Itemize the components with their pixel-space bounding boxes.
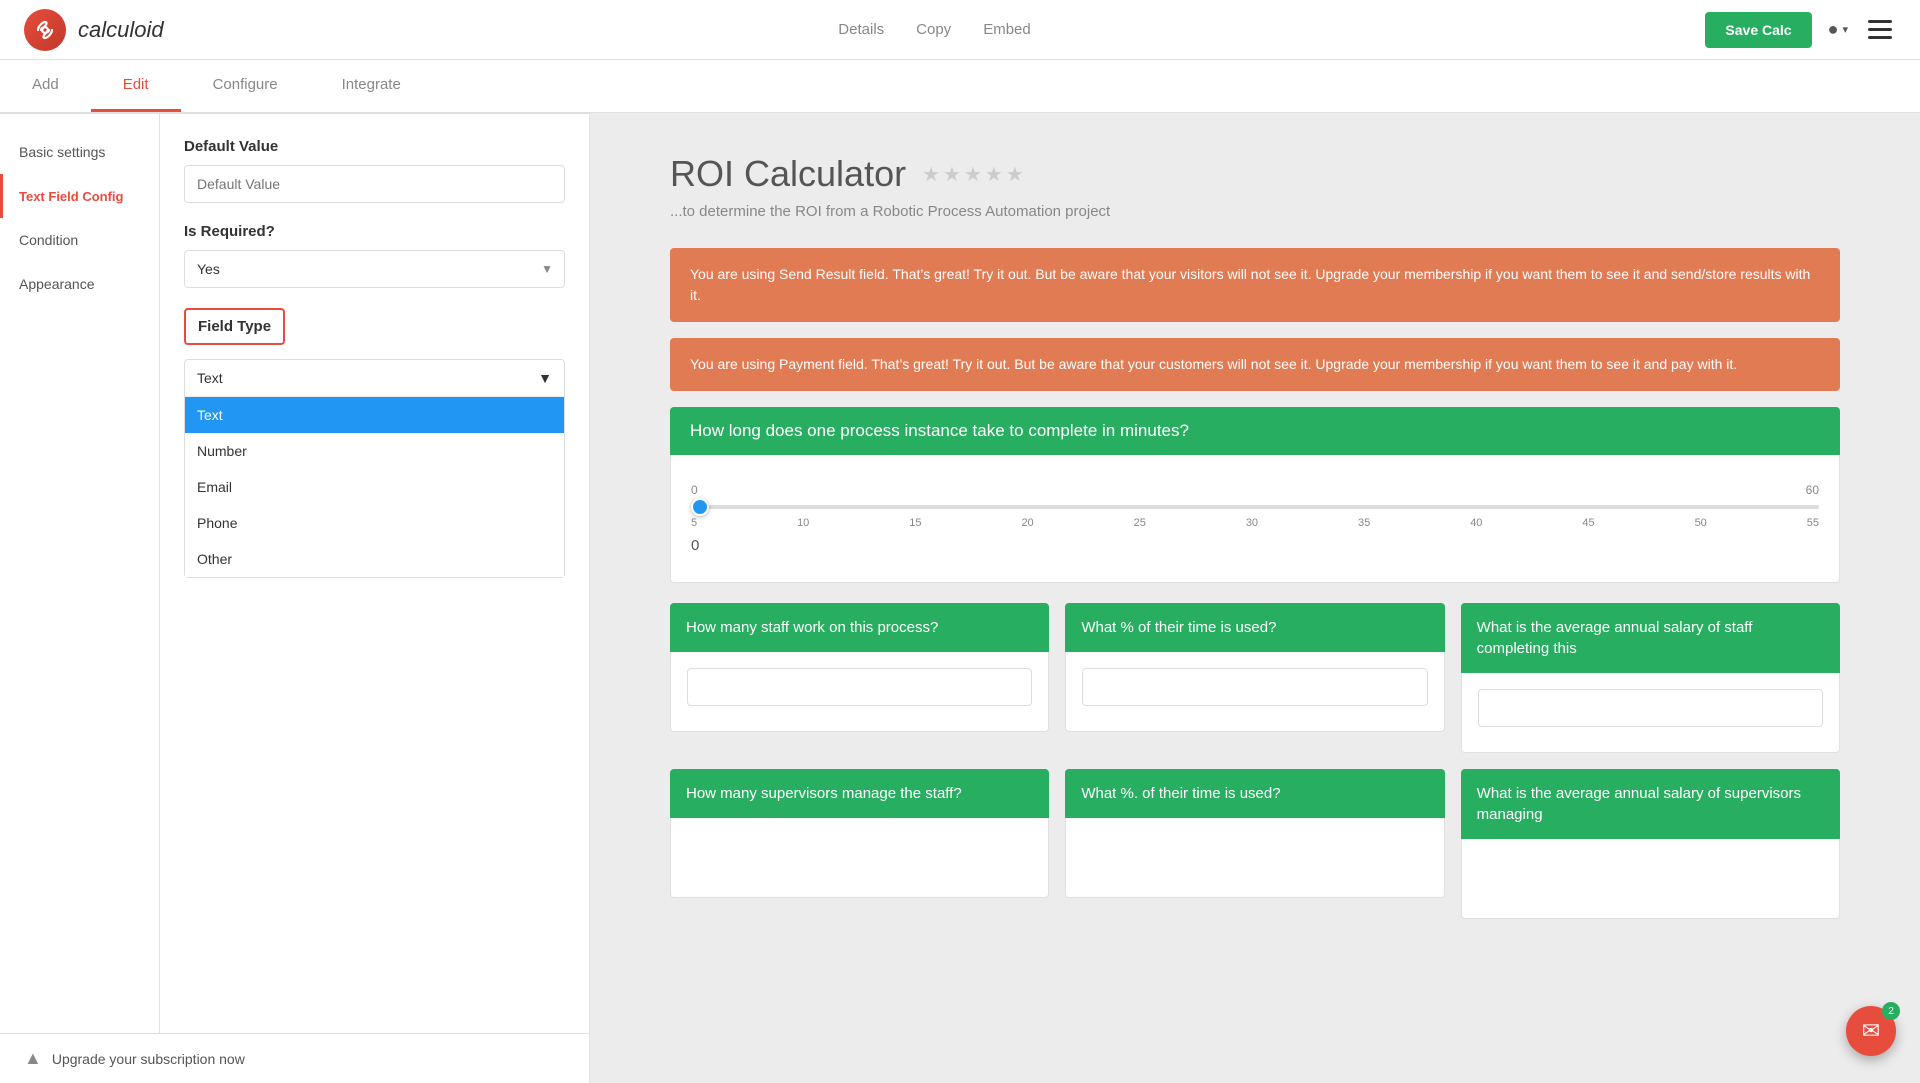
logo-text: calculoid <box>78 17 164 43</box>
chat-icon: ✉ <box>1862 1018 1880 1044</box>
col-body-3 <box>1461 673 1840 753</box>
sidebar-item-appearance[interactable]: Appearance <box>0 262 159 306</box>
alert-send-result: You are using Send Result field. That’s … <box>670 248 1840 322</box>
col-card-2: What % of their time is used? <box>1065 603 1444 753</box>
user-dropdown-icon: ▾ <box>1842 23 1848 36</box>
main-tabs: Add Edit Configure Integrate <box>0 60 1920 113</box>
col-card-4: How many supervisors manage the staff? <box>670 769 1049 919</box>
user-menu-button[interactable]: ● ▾ <box>1828 19 1848 40</box>
is-required-select-wrapper: Yes No ▼ <box>184 250 565 288</box>
col-header-2: What % of their time is used? <box>1065 603 1444 652</box>
is-required-select[interactable]: Yes No <box>184 250 565 288</box>
col-input-1[interactable] <box>687 668 1032 706</box>
star-5[interactable]: ★ <box>1006 162 1024 187</box>
header-right: Save Calc ● ▾ <box>1705 12 1896 48</box>
slider-question-block: How long does one process instance take … <box>670 407 1840 583</box>
col-input-2[interactable] <box>1082 668 1427 706</box>
slider-container: 0 60 5 10 15 20 25 30 35 40 <box>691 475 1819 562</box>
slider-ticks: 5 10 15 20 25 30 35 40 45 50 55 <box>691 517 1819 529</box>
dropdown-arrow-icon: ▼ <box>538 370 552 386</box>
dropdown-option-number[interactable]: Number <box>185 433 564 469</box>
default-value-input[interactable] <box>184 165 565 203</box>
tab-integrate[interactable]: Integrate <box>310 60 433 112</box>
slider-question-header: How long does one process instance take … <box>670 407 1840 455</box>
col-card-5: What %. of their time is used? <box>1065 769 1444 919</box>
col-header-5: What %. of their time is used? <box>1065 769 1444 818</box>
col-card-1: How many staff work on this process? <box>670 603 1049 753</box>
preview-title-area: ROI Calculator ★ ★ ★ ★ ★ <box>670 153 1840 195</box>
dropdown-selected-text[interactable]: Text ▼ <box>185 360 564 397</box>
grid-row-1: How many staff work on this process? Wha… <box>670 603 1840 753</box>
col-body-4 <box>670 818 1049 898</box>
upgrade-bar[interactable]: ▲ Upgrade your subscription now <box>0 1033 589 1083</box>
col-body-6 <box>1461 839 1840 919</box>
slider-thumb[interactable] <box>691 498 709 516</box>
star-4[interactable]: ★ <box>985 162 1003 187</box>
dropdown-option-text[interactable]: Text <box>185 397 564 433</box>
slider-question-body: 0 60 5 10 15 20 25 30 35 40 <box>670 455 1840 583</box>
stars-rating[interactable]: ★ ★ ★ ★ ★ <box>922 162 1024 187</box>
user-avatar-icon: ● <box>1828 19 1839 40</box>
grid-row-2: How many supervisors manage the staff? W… <box>670 769 1840 919</box>
field-type-label-box: Field Type <box>184 308 285 345</box>
sidebar: Basic settings Text Field Config Conditi… <box>0 114 160 1033</box>
alert-payment: You are using Payment field. That’s grea… <box>670 338 1840 391</box>
nav-copy[interactable]: Copy <box>916 21 951 38</box>
col-body-2 <box>1065 652 1444 732</box>
field-type-dropdown[interactable]: Text ▼ Text Number Email Phone Other <box>184 359 565 578</box>
default-value-label: Default Value <box>184 138 565 155</box>
slider-min-max-labels: 0 60 <box>691 483 1819 497</box>
logo-area: calculoid <box>24 9 164 51</box>
left-panel: Basic settings Text Field Config Conditi… <box>0 113 590 1083</box>
slider-track[interactable] <box>691 505 1819 509</box>
col-header-1: How many staff work on this process? <box>670 603 1049 652</box>
col-header-6: What is the average annual salary of sup… <box>1461 769 1840 839</box>
star-1[interactable]: ★ <box>922 162 940 187</box>
col-body-5 <box>1065 818 1444 898</box>
preview-title-text: ROI Calculator <box>670 153 906 195</box>
tab-add[interactable]: Add <box>0 60 91 112</box>
slider-min-label: 0 <box>691 483 698 497</box>
col-body-1 <box>670 652 1049 732</box>
slider-value-display: 0 <box>691 537 1819 554</box>
header-nav: Details Copy Embed <box>838 21 1030 38</box>
upgrade-label: Upgrade your subscription now <box>52 1051 245 1067</box>
preview-subtitle: ...to determine the ROI from a Robotic P… <box>670 203 1840 220</box>
preview-panel: ROI Calculator ★ ★ ★ ★ ★ ...to determine… <box>590 113 1920 1083</box>
col-card-3: What is the average annual salary of sta… <box>1461 603 1840 753</box>
dropdown-option-email[interactable]: Email <box>185 469 564 505</box>
star-2[interactable]: ★ <box>943 162 961 187</box>
content-area: Default Value Is Required? Yes No ▼ Fiel… <box>160 114 589 1033</box>
col-header-3: What is the average annual salary of sta… <box>1461 603 1840 673</box>
col-card-6: What is the average annual salary of sup… <box>1461 769 1840 919</box>
is-required-label: Is Required? <box>184 223 565 240</box>
chat-badge: 2 <box>1882 1002 1900 1020</box>
save-calc-button[interactable]: Save Calc <box>1705 12 1811 48</box>
sidebar-item-condition[interactable]: Condition <box>0 218 159 262</box>
upgrade-icon: ▲ <box>24 1048 42 1069</box>
star-3[interactable]: ★ <box>964 162 982 187</box>
dropdown-list: Text Number Email Phone Other <box>185 397 564 577</box>
editor-wrapper: Basic settings Text Field Config Conditi… <box>0 113 589 1033</box>
chat-bubble-button[interactable]: ✉ 2 <box>1846 1006 1896 1056</box>
sidebar-item-basic-settings[interactable]: Basic settings <box>0 130 159 174</box>
col-input-3[interactable] <box>1478 689 1823 727</box>
tab-edit[interactable]: Edit <box>91 60 181 112</box>
dropdown-option-other[interactable]: Other <box>185 541 564 577</box>
sidebar-item-text-field-config[interactable]: Text Field Config <box>0 174 159 218</box>
tab-configure[interactable]: Configure <box>181 60 310 112</box>
hamburger-button[interactable] <box>1864 16 1896 43</box>
nav-details[interactable]: Details <box>838 21 884 38</box>
logo-icon <box>24 9 66 51</box>
main-layout: Basic settings Text Field Config Conditi… <box>0 113 1920 1083</box>
app-header: calculoid Details Copy Embed Save Calc ●… <box>0 0 1920 60</box>
slider-max-label: 60 <box>1806 483 1819 497</box>
nav-embed[interactable]: Embed <box>983 21 1031 38</box>
dropdown-option-phone[interactable]: Phone <box>185 505 564 541</box>
col-header-4: How many supervisors manage the staff? <box>670 769 1049 818</box>
